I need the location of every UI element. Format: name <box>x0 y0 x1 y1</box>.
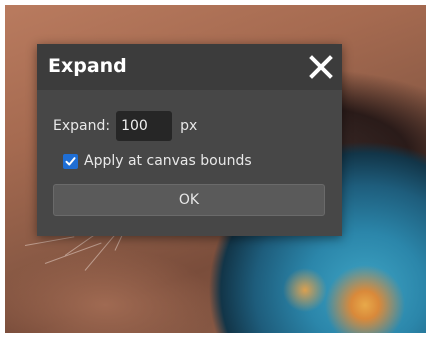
decorative-lash <box>24 236 75 246</box>
close-icon[interactable] <box>309 55 333 79</box>
apply-bounds-label: Apply at canvas bounds <box>84 153 252 169</box>
expand-row: Expand: px <box>53 111 197 141</box>
dialog-title: Expand <box>48 55 127 77</box>
apply-bounds-checkbox[interactable] <box>63 153 78 169</box>
unit-label: px <box>180 118 198 134</box>
expand-label: Expand: <box>53 118 111 134</box>
checkmark-icon <box>65 156 76 165</box>
ok-button[interactable]: OK <box>53 184 325 216</box>
apply-bounds-row[interactable]: Apply at canvas bounds <box>63 150 252 172</box>
ok-button-label: OK <box>178 192 200 208</box>
expand-dialog: Expand Expand: px Apply at canvas bounds… <box>37 44 342 236</box>
expand-input[interactable] <box>116 111 173 141</box>
dialog-titlebar: Expand <box>37 44 342 90</box>
